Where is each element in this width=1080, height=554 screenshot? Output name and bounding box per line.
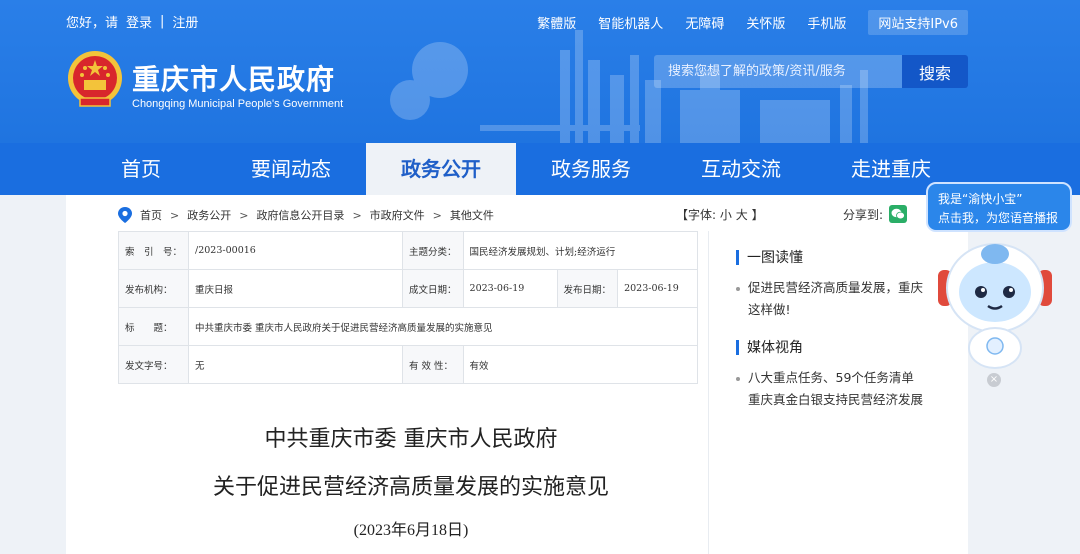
- validity-value: 有效: [462, 345, 699, 384]
- nav-news[interactable]: 要闻动态: [216, 143, 366, 195]
- index-number-value: /2023-00016: [188, 231, 404, 270]
- font-size-control: 【字体: 小 大 】: [676, 206, 764, 223]
- sidebar-media-title: 媒体视角: [747, 340, 803, 356]
- publisher-value: 重庆日报: [188, 269, 404, 308]
- sidebar-media-item[interactable]: 重庆真金白银支持民营经济发展: [736, 389, 923, 411]
- site-title: 重庆市人民政府: [132, 63, 336, 96]
- font-size-label: 【字体:: [676, 208, 717, 222]
- published-date-label: 发布日期：: [556, 269, 619, 308]
- search-input[interactable]: [654, 55, 902, 88]
- breadcrumb-municipal-documents[interactable]: 市政府文件: [370, 207, 425, 223]
- font-size-small-button[interactable]: 小: [720, 208, 732, 222]
- care-version-link[interactable]: 关怀版: [746, 13, 785, 32]
- ipv6-badge: 网站支持IPv6: [868, 10, 968, 35]
- site-header: 您好，请 登录 | 注册 繁體版 智能机器人 无障碍 关怀版 手机版 网站支持I…: [0, 0, 1080, 143]
- link-divider: |: [160, 14, 165, 29]
- table-row: 标 题： 中共重庆市委 重庆市人民政府关于促进民营经济高质量发展的实施意见: [117, 307, 698, 346]
- sidebar-infographic-item-line1: 促进民营经济高质量发展，重庆: [748, 280, 924, 295]
- sidebar-infographic-title: 一图读懂: [747, 250, 803, 266]
- article-title-line2: 关于促进民营经济高质量发展的实施意见: [212, 475, 609, 500]
- sidebar-media-item2: 重庆真金白银支持民营经济发展: [748, 392, 924, 407]
- register-link[interactable]: 注册: [172, 12, 198, 31]
- table-row: 发布机构： 重庆日报 成文日期： 2023-06-19 发布日期： 2023-0…: [117, 269, 698, 308]
- breadcrumb-home[interactable]: 首页: [140, 207, 162, 223]
- breadcrumb-other-documents[interactable]: 其他文件: [450, 207, 494, 223]
- font-size-large-button[interactable]: 大: [736, 208, 748, 222]
- sidebar-media-heading: 媒体视角: [736, 337, 803, 357]
- breadcrumb-catalog[interactable]: 政府信息公开目录: [256, 207, 344, 223]
- bullet-dot: [736, 376, 740, 381]
- nav-services[interactable]: 政务服务: [516, 143, 666, 195]
- accessibility-link[interactable]: 无障碍: [685, 13, 724, 32]
- title-value: 中共重庆市委 重庆市人民政府关于促进民营经济高质量发展的实施意见: [188, 307, 698, 346]
- breadcrumb-government-affairs[interactable]: 政务公开: [187, 207, 231, 223]
- document-number-value: 无: [188, 345, 404, 384]
- topic-label: 主题分类：: [402, 231, 464, 270]
- assistant-intro: 我是“渝快小宝”: [938, 192, 1023, 206]
- nav-government-affairs[interactable]: 政务公开: [366, 143, 516, 195]
- chevron-right-icon: >: [352, 208, 362, 222]
- smart-robot-link[interactable]: 智能机器人: [598, 13, 663, 32]
- article-title-line1: 中共重庆市委 重庆市人民政府: [264, 427, 558, 452]
- search-button[interactable]: 搜索: [902, 55, 968, 88]
- breadcrumb: 首页 > 政务公开 > 政府信息公开目录 > 市政府文件 > 其他文件: [118, 207, 494, 223]
- share-bar: 分享到:: [843, 205, 908, 223]
- voice-assistant-bubble[interactable]: 我是“渝快小宝” 点击我，为您语音播报: [926, 182, 1072, 232]
- traditional-chinese-link[interactable]: 繁體版: [537, 13, 576, 32]
- share-label: 分享到:: [843, 207, 884, 222]
- heading-accent-bar: [736, 249, 739, 265]
- sidebar-infographic-item[interactable]: 促进民营经济高质量发展，重庆 这样做!: [736, 277, 923, 321]
- chevron-right-icon: >: [432, 208, 442, 222]
- topic-value: 国民经济发展规划、计划;经济运行: [462, 231, 699, 270]
- title-label: 标 题：: [117, 307, 190, 346]
- published-date-value: 2023-06-19: [617, 269, 698, 308]
- sidebar-infographic-heading: 一图读懂: [736, 247, 803, 267]
- mobile-version-link[interactable]: 手机版: [807, 13, 846, 32]
- article-date: (2023年6月18日): [353, 522, 469, 539]
- sidebar-media-item1: 八大重点任务、59个任务清单: [748, 370, 914, 385]
- assistant-mascot-icon[interactable]: [936, 240, 1054, 370]
- login-link[interactable]: 登录: [126, 12, 152, 31]
- assistant-hint: 点击我，为您语音播报: [938, 211, 1059, 225]
- greeting-text: 您好，请: [66, 16, 119, 31]
- table-row: 发文字号： 无 有 效 性： 有效: [117, 345, 699, 384]
- document-info-table: 索 引 号： /2023-00016 主题分类： 国民经济发展规划、计划;经济运…: [117, 231, 699, 384]
- sidebar-media-item[interactable]: 八大重点任务、59个任务清单: [736, 367, 914, 389]
- index-number-label: 索 引 号：: [117, 231, 190, 270]
- wechat-icon[interactable]: [889, 205, 908, 223]
- font-size-close-bracket: 】: [751, 208, 764, 222]
- document-number-label: 发文字号：: [117, 345, 190, 384]
- created-date-label: 成文日期：: [402, 269, 464, 308]
- publisher-label: 发布机构：: [117, 269, 190, 308]
- created-date-value: 2023-06-19: [462, 269, 558, 308]
- location-pin-icon: [118, 207, 132, 223]
- content-panel: 首页 > 政务公开 > 政府信息公开目录 > 市政府文件 > 其他文件 【字体:…: [66, 195, 968, 554]
- nav-home[interactable]: 首页: [66, 143, 216, 195]
- sidebar-divider: [708, 231, 709, 554]
- chevron-right-icon: >: [170, 208, 180, 222]
- user-links: 您好，请 登录 | 注册: [66, 12, 198, 31]
- close-icon[interactable]: ×: [987, 373, 1001, 387]
- main-nav: 首页 要闻动态 政务公开 政务服务 互动交流 走进重庆: [0, 143, 1080, 195]
- site-subtitle: Chongqing Municipal People's Government: [132, 98, 344, 110]
- chevron-right-icon: >: [239, 208, 249, 222]
- national-emblem-logo: [68, 51, 122, 107]
- validity-label: 有 效 性：: [402, 345, 464, 384]
- heading-accent-bar: [736, 339, 739, 355]
- table-row: 索 引 号： /2023-00016 主题分类： 国民经济发展规划、计划;经济运…: [117, 231, 699, 270]
- nav-interaction[interactable]: 互动交流: [666, 143, 816, 195]
- utility-links: 繁體版 智能机器人 无障碍 关怀版 手机版 网站支持IPv6: [537, 10, 968, 35]
- bullet-dot: [736, 286, 740, 291]
- sidebar-infographic-item-line2: 这样做!: [748, 302, 791, 317]
